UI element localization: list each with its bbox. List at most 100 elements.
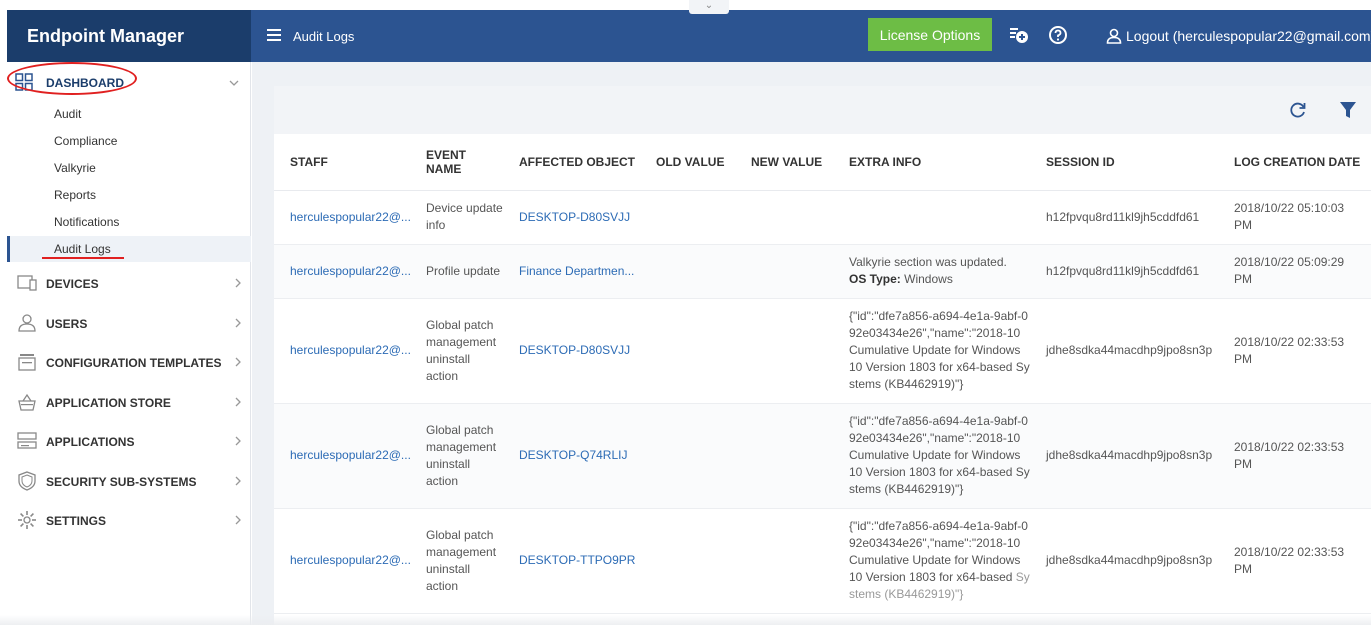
new-value-cell xyxy=(743,298,841,404)
template-icon xyxy=(17,352,37,372)
table-row[interactable]: herculespopular22@... Global patch manag… xyxy=(274,403,1371,509)
help-icon[interactable] xyxy=(1047,24,1069,46)
sidebar-item-users[interactable]: USERS xyxy=(7,309,251,337)
table-row[interactable]: herculespopular22@... Global patch manag… xyxy=(274,298,1371,404)
old-value-cell xyxy=(648,244,743,299)
basket-icon xyxy=(17,392,37,412)
new-value-cell xyxy=(743,403,841,509)
event-name-cell: Global patch management uninstall action xyxy=(418,298,511,404)
column-header-old-value[interactable]: OLD VALUE xyxy=(648,134,743,191)
shield-icon xyxy=(17,471,37,491)
column-header-event-name[interactable]: EVENT NAME xyxy=(418,134,511,191)
staff-cell[interactable]: herculespopular22@... xyxy=(274,244,418,299)
log-date-cell: 2018/10/22 05:09:29 PM xyxy=(1226,244,1371,299)
add-notification-icon[interactable] xyxy=(1008,24,1030,46)
table-row[interactable]: herculespopular22@... Device update info… xyxy=(274,190,1371,245)
chevron-down-icon xyxy=(229,75,239,89)
extra-info-text: {"id":"dfe7a856-a694-4e1a-9abf-092e03434… xyxy=(849,519,1028,584)
event-name-cell: Global patch management uninstall action xyxy=(418,508,511,614)
old-value-cell xyxy=(648,190,743,245)
os-type-value: Windows xyxy=(904,272,953,286)
log-date-cell: 2018/10/22 02:33:53 PM xyxy=(1226,403,1371,509)
chevron-right-icon xyxy=(235,434,241,449)
new-value-cell xyxy=(743,190,841,245)
sidebar-item-settings[interactable]: SETTINGS xyxy=(7,506,251,534)
header-bar: Audit Logs ⌄ License Options Logout (her… xyxy=(251,0,1371,62)
log-date-cell: 2018/10/22 02:33:53 PM xyxy=(1226,508,1371,614)
collapse-header-tab[interactable]: ⌄ xyxy=(689,0,729,14)
page-title: Audit Logs xyxy=(293,28,355,44)
column-header-extra-info[interactable]: EXTRA INFO xyxy=(841,134,1038,191)
logout-link[interactable]: Logout (herculespopular22@gmail.com) xyxy=(1106,10,1371,62)
session-id-cell: jdhe8sdka44macdhp9jpo8sn3p xyxy=(1038,298,1226,404)
logout-label: Logout (herculespopular22@gmail.com) xyxy=(1126,28,1371,44)
chevron-right-icon xyxy=(235,316,241,331)
staff-cell[interactable]: herculespopular22@... xyxy=(274,298,418,404)
column-header-new-value[interactable]: NEW VALUE xyxy=(743,134,841,191)
session-id-cell: jdhe8sdka44macdhp9jpo8sn3p xyxy=(1038,403,1226,509)
old-value-cell xyxy=(648,508,743,614)
sidebar-item-compliance[interactable]: Compliance xyxy=(54,134,117,148)
staff-cell[interactable]: herculespopular22@... xyxy=(274,190,418,245)
refresh-icon[interactable] xyxy=(1288,100,1308,120)
chevron-right-icon xyxy=(235,395,241,410)
chevron-down-icon: ⌄ xyxy=(704,0,714,11)
affected-object-cell[interactable]: DESKTOP-TTPO9PR xyxy=(511,508,648,614)
log-date-cell: 2018/10/22 05:10:03 PM xyxy=(1226,190,1371,245)
session-id-cell: h12fpvqu8rd11kl9jh5cddfd61 xyxy=(1038,244,1226,299)
table-toolbar xyxy=(274,86,1371,134)
chevron-right-icon xyxy=(235,513,241,528)
sidebar-item-application-store[interactable]: APPLICATION STORE xyxy=(7,388,251,416)
filter-icon[interactable] xyxy=(1338,100,1358,120)
extra-info-cell: {"id":"dfe7a856-a694-4e1a-9abf-092e03434… xyxy=(841,298,1038,404)
chevron-right-icon xyxy=(235,276,241,291)
session-id-cell: h12fpvqu8rd11kl9jh5cddfd61 xyxy=(1038,190,1226,245)
sidebar-item-reports[interactable]: Reports xyxy=(54,188,96,202)
affected-object-cell[interactable]: Finance Departmen... xyxy=(511,244,648,299)
staff-cell[interactable]: herculespopular22@... xyxy=(274,403,418,509)
column-header-session-id[interactable]: SESSION ID xyxy=(1038,134,1226,191)
table-row[interactable]: herculespopular22@... Global patch manag… xyxy=(274,508,1371,614)
sidebar-item-label: APPLICATIONS xyxy=(46,435,135,449)
chevron-right-icon xyxy=(235,474,241,489)
devices-icon xyxy=(17,273,37,293)
user-icon xyxy=(1106,28,1122,44)
audit-logs-table: STAFF EVENT NAME AFFECTED OBJECT OLD VAL… xyxy=(274,134,1371,614)
sidebar-item-audit[interactable]: Audit xyxy=(54,107,81,121)
column-header-log-creation-date[interactable]: LOG CREATION DATE xyxy=(1226,134,1371,191)
extra-info-text: Valkyrie section was updated. xyxy=(849,255,1007,269)
column-header-staff[interactable]: STAFF xyxy=(274,134,418,191)
table-row[interactable]: herculespopular22@... Profile update Fin… xyxy=(274,244,1371,299)
session-id-cell: jdhe8sdka44macdhp9jpo8sn3p xyxy=(1038,508,1226,614)
sidebar-item-label: SETTINGS xyxy=(46,514,107,528)
event-name-cell: Profile update xyxy=(418,244,511,299)
affected-object-cell[interactable]: DESKTOP-Q74RLIJ xyxy=(511,403,648,509)
sidebar-item-applications[interactable]: APPLICATIONS xyxy=(7,427,251,455)
affected-object-cell[interactable]: DESKTOP-D80SVJJ xyxy=(511,190,648,245)
sidebar-item-notifications[interactable]: Notifications xyxy=(54,215,119,229)
event-name-cell: Device update info xyxy=(418,190,511,245)
app-brand[interactable]: Endpoint Manager xyxy=(7,10,251,62)
staff-cell[interactable]: herculespopular22@... xyxy=(274,508,418,614)
sidebar-item-label: CONFIGURATION TEMPLATES xyxy=(46,356,222,370)
sidebar-item-configuration-templates[interactable]: CONFIGURATION TEMPLATES xyxy=(7,348,251,376)
extra-info-cell: {"id":"dfe7a856-a694-4e1a-9abf-092e03434… xyxy=(841,403,1038,509)
sidebar-item-devices[interactable]: DEVICES xyxy=(7,269,251,297)
license-options-button[interactable]: License Options xyxy=(868,18,992,51)
menu-icon[interactable] xyxy=(267,28,281,45)
sidebar-item-security-sub-systems[interactable]: SECURITY SUB-SYSTEMS xyxy=(7,467,251,495)
old-value-cell xyxy=(648,403,743,509)
extra-info-os-type: OS Type: Windows xyxy=(849,271,1030,288)
applications-icon xyxy=(17,431,37,451)
sidebar: DASHBOARD Audit Compliance Valkyrie Repo… xyxy=(7,62,251,625)
top-bar: Endpoint Manager Audit Logs ⌄ License Op… xyxy=(7,0,1371,62)
table-header-row: STAFF EVENT NAME AFFECTED OBJECT OLD VAL… xyxy=(274,134,1371,191)
log-date-cell: 2018/10/22 02:33:53 PM xyxy=(1226,298,1371,404)
sidebar-item-audit-logs[interactable]: Audit Logs xyxy=(54,242,111,256)
sidebar-item-label: DEVICES xyxy=(46,277,99,291)
column-header-affected-object[interactable]: AFFECTED OBJECT xyxy=(511,134,648,191)
affected-object-cell[interactable]: DESKTOP-D80SVJJ xyxy=(511,298,648,404)
sidebar-item-label: USERS xyxy=(46,317,88,331)
bottom-fade xyxy=(0,615,1371,625)
sidebar-item-valkyrie[interactable]: Valkyrie xyxy=(54,161,96,175)
